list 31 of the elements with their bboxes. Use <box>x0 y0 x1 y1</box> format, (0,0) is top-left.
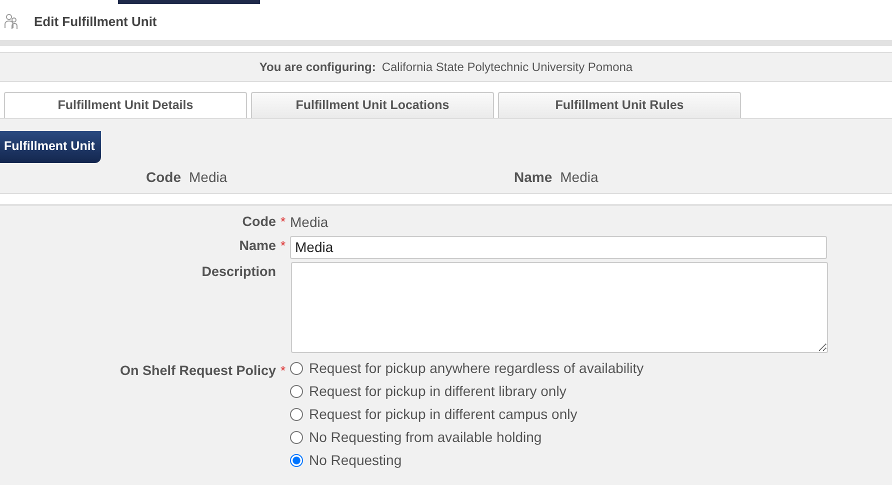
field-label: Code <box>241 212 276 231</box>
field-label: Name <box>238 236 276 255</box>
radio-button[interactable] <box>290 430 303 444</box>
option-label: No Requesting <box>309 450 402 470</box>
page-title: Edit Fulfillment Unit <box>34 13 157 32</box>
option-label: Request for pickup in different campus only <box>309 404 578 424</box>
field-value: Media <box>290 212 328 232</box>
radio-button[interactable] <box>290 384 303 398</box>
tab[interactable]: Fulfillment Unit Locations <box>251 92 494 118</box>
field-label: On Shelf Request Policy <box>118 362 276 380</box>
required-marker: * <box>279 362 287 380</box>
field-value: Media <box>189 169 228 186</box>
required-marker: * <box>279 212 287 231</box>
institution-name: California State Polytechnic University Pomona <box>382 59 633 76</box>
section-title: Fulfillment Unit <box>0 131 101 163</box>
field-label: Code <box>146 169 181 186</box>
configuring-label: You are configuring: <box>259 59 376 76</box>
radio-button[interactable] <box>290 408 303 421</box>
field-label: Name <box>514 169 552 186</box>
people-icon <box>4 13 18 31</box>
option-label: No Requesting from available holding <box>309 428 542 447</box>
field-label: Description <box>200 262 276 281</box>
option-label: Request for pickup in different library only <box>309 382 566 401</box>
tab[interactable]: Fulfillment Unit Details <box>4 92 247 118</box>
radio-button[interactable] <box>290 362 303 375</box>
option-label: Request for pickup anywhere regardless of availability <box>309 358 644 378</box>
name-input[interactable]: Media <box>290 236 827 259</box>
tab[interactable]: Fulfillment Unit Rules <box>498 92 741 118</box>
radio-button[interactable] <box>290 454 303 467</box>
required-marker: * <box>279 236 287 255</box>
field-value: Media <box>560 169 598 186</box>
